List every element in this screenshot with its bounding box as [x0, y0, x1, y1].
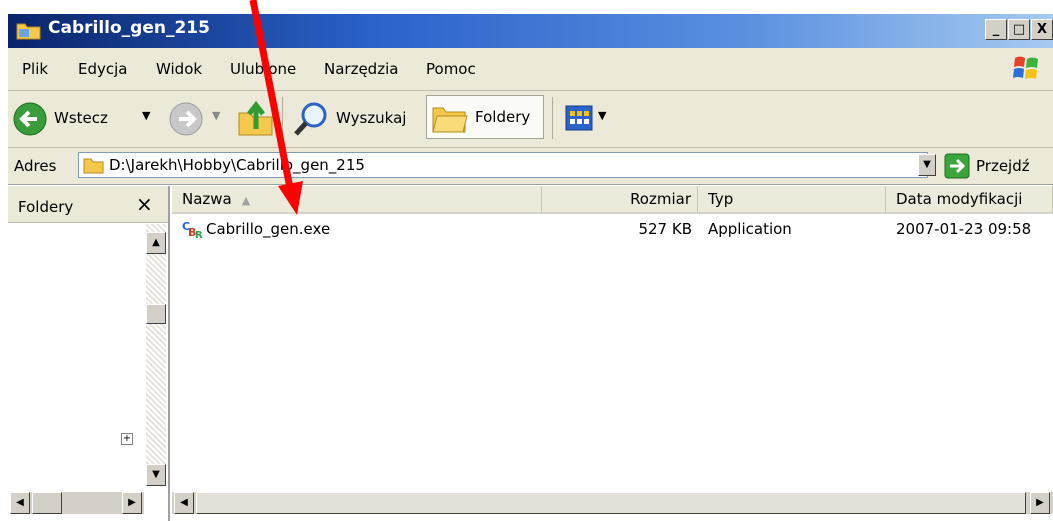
search-label: Wyszukaj	[336, 109, 407, 127]
address-input[interactable]: D:\Jarekh\Hobby\Cabrillo_gen_215	[78, 152, 928, 178]
back-button[interactable]: Wstecz ▼	[12, 101, 162, 137]
menu-edycja[interactable]: Edycja	[78, 60, 127, 78]
window-title: Cabrillo_gen_215	[48, 18, 210, 38]
file-name: Cabrillo_gen.exe	[206, 220, 331, 238]
scroll-right-button[interactable]: ▶	[122, 492, 142, 514]
go-button[interactable]: Przejdź	[944, 151, 1050, 181]
maximize-button[interactable]: □	[1008, 19, 1030, 40]
list-scroll-right-button[interactable]: ▶	[1030, 492, 1050, 514]
search-button[interactable]: Wyszukaj	[292, 99, 422, 139]
list-scroll-left-button[interactable]: ◀	[174, 492, 194, 514]
folder-icon	[83, 158, 104, 174]
toolbar: Wstecz ▼ ▼ Wyszukaj Foldery ▼	[8, 91, 1053, 148]
expand-plus-icon[interactable]: +	[121, 433, 133, 445]
go-label: Przejdź	[976, 157, 1030, 175]
folders-pane-title: Foldery	[18, 198, 74, 216]
minimize-button[interactable]: _	[985, 19, 1007, 40]
back-label: Wstecz	[54, 109, 108, 127]
file-type: Application	[708, 220, 792, 238]
file-size: 527 KB	[638, 220, 692, 238]
forward-arrow-icon	[169, 102, 203, 136]
sort-ascending-icon: ▲	[241, 194, 251, 207]
scroll-down-button[interactable]: ▼	[146, 464, 166, 486]
address-bar: Adres D:\Jarekh\Hobby\Cabrillo_gen_215 ▼…	[8, 148, 1053, 185]
address-dropdown-button[interactable]: ▼	[918, 154, 936, 176]
menu-plik[interactable]: Plik	[22, 60, 48, 78]
windows-logo-icon	[1012, 53, 1042, 83]
column-header-size[interactable]: Rozmiar	[542, 186, 698, 214]
menu-widok[interactable]: Widok	[156, 60, 202, 78]
exe-icon: CBR	[182, 220, 203, 239]
folders-vertical-scrollbar[interactable]	[146, 224, 166, 480]
title-bar[interactable]: Cabrillo_gen_215 _ □ X	[8, 14, 1053, 48]
folders-pane: Foldery × ▲ ▼ + ◀ ▶	[8, 186, 170, 521]
go-arrow-icon	[944, 153, 970, 179]
folders-label: Foldery	[475, 108, 531, 126]
folder-icon	[16, 20, 42, 40]
folders-icon	[432, 107, 468, 133]
menu-narzedzia[interactable]: Narzędzia	[324, 60, 398, 78]
menu-bar: Plik Edycja Widok Ulubione Narzędzia Pom…	[8, 48, 1053, 91]
column-header-modified[interactable]: Data modyfikacji	[886, 186, 1053, 214]
address-label: Adres	[14, 157, 57, 175]
scroll-thumb[interactable]	[146, 304, 166, 324]
scroll-left-button[interactable]: ◀	[10, 492, 30, 514]
address-path: D:\Jarekh\Hobby\Cabrillo_gen_215	[109, 156, 365, 174]
svg-text:R: R	[195, 230, 203, 239]
back-dropdown-icon[interactable]: ▼	[142, 109, 150, 122]
up-folder-button[interactable]	[236, 97, 276, 139]
table-row[interactable]: CBR Cabrillo_gen.exe 527 KB Application …	[172, 218, 1053, 242]
search-icon	[294, 102, 327, 136]
views-button[interactable]: ▼	[564, 101, 614, 137]
toolbar-separator	[282, 97, 283, 139]
forward-button[interactable]: ▼	[168, 101, 228, 137]
views-icon	[565, 105, 593, 131]
column-name-label: Nazwa	[182, 190, 232, 208]
file-list: Nazwa ▲ Rozmiar Typ Data modyfikacji CBR …	[172, 186, 1053, 521]
toolbar-separator	[552, 97, 553, 139]
folders-button[interactable]: Foldery	[426, 95, 544, 139]
up-folder-icon	[238, 100, 273, 136]
h-scroll-thumb[interactable]	[32, 492, 62, 514]
close-icon[interactable]: ×	[136, 192, 153, 216]
forward-dropdown-icon[interactable]: ▼	[212, 109, 220, 122]
scroll-up-button[interactable]: ▲	[146, 232, 166, 254]
views-dropdown-icon[interactable]: ▼	[598, 109, 606, 122]
back-arrow-icon	[13, 102, 47, 136]
menu-ulubione[interactable]: Ulubione	[230, 60, 296, 78]
list-h-scroll-thumb[interactable]	[196, 492, 1026, 514]
close-button[interactable]: X	[1031, 19, 1053, 40]
folders-pane-header: Foldery ×	[8, 186, 168, 223]
column-header-name[interactable]: Nazwa ▲	[172, 186, 542, 214]
column-header-type[interactable]: Typ	[698, 186, 886, 214]
menu-pomoc[interactable]: Pomoc	[426, 60, 476, 78]
file-modified: 2007-01-23 09:58	[896, 220, 1032, 238]
